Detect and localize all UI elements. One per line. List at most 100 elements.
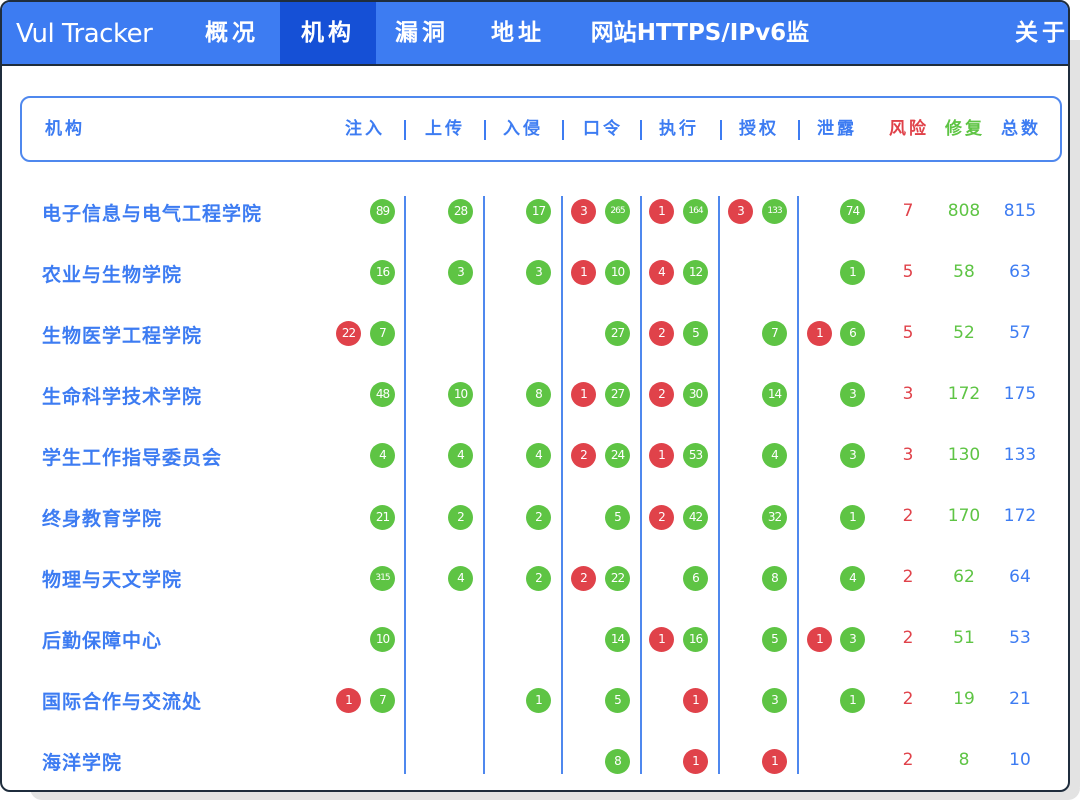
header-org[interactable]: 机构 [40,98,90,160]
fixed-count-badge-leak[interactable]: 74 [840,199,865,224]
fixed-count-badge-leak[interactable]: 1 [840,687,865,713]
fixed-count-badge-authorization[interactable]: 4 [762,443,787,469]
fixed-count-badge-execution[interactable]: 30 [683,382,708,408]
fixed-count-badge-execution[interactable]: 53 [683,443,708,469]
fixed-count-badge-password[interactable]: 10 [605,260,630,286]
fixed-count-badge-leak[interactable]: 3 [840,443,865,469]
org-name-link[interactable]: 后勤保障中心 [42,626,162,653]
fixed-count-badge-authorization[interactable]: 3 [762,687,787,713]
header-injection[interactable]: 注入 [340,98,390,160]
fixed-count-badge-injection[interactable]: 315 [370,565,395,591]
risk-count-badge-injection[interactable]: 22 [336,321,361,347]
header-upload[interactable]: 上传 [420,98,470,160]
header-fixed[interactable]: 修复 [940,98,990,160]
nav-vulnerabilities[interactable]: 漏洞 [378,2,466,64]
fixed-count-badge-execution[interactable]: 12 [683,260,708,286]
fixed-count-badge-leak[interactable]: 4 [840,565,865,591]
fixed-count-badge-intrusion[interactable]: 4 [526,443,551,469]
risk-count-badge-password[interactable]: 2 [571,443,596,469]
fixed-count-badge-injection[interactable]: 7 [370,687,395,713]
fixed-count-badge-execution[interactable]: 42 [683,504,708,530]
fixed-count-badge-leak[interactable]: 1 [840,504,865,530]
fixed-count-badge-injection[interactable]: 89 [370,199,395,224]
header-password[interactable]: 口令 [578,98,628,160]
fixed-count-badge-authorization[interactable]: 8 [762,565,787,591]
fixed-count-badge-intrusion[interactable]: 17 [526,199,551,224]
fixed-count-badge-authorization[interactable]: 133 [762,199,787,224]
header-authorization[interactable]: 授权 [734,98,784,160]
fixed-count-badge-leak[interactable]: 1 [840,260,865,286]
org-name-link[interactable]: 生物医学工程学院 [42,321,202,348]
nav-overview[interactable]: 概况 [188,2,276,64]
fixed-count-badge-execution[interactable]: 5 [683,321,708,347]
fixed-count-badge-leak[interactable]: 3 [840,626,865,652]
risk-count-badge-execution[interactable]: 2 [649,504,674,530]
header-risk[interactable]: 风险 [884,98,934,160]
fixed-count-badge-intrusion[interactable]: 3 [526,260,551,286]
fixed-count-badge-upload[interactable]: 28 [448,199,473,224]
org-name-link[interactable]: 物理与天文学院 [42,565,182,592]
org-name-link[interactable]: 国际合作与交流处 [42,687,202,714]
fixed-count-badge-upload[interactable]: 3 [448,260,473,286]
fixed-count-badge-password[interactable]: 8 [605,748,630,774]
nav-about[interactable]: 关于 [1014,2,1068,64]
fixed-count-badge-leak[interactable]: 3 [840,382,865,408]
nav-https-ipv6-monitor[interactable]: 网站HTTPS/IPv6监测 [582,2,818,108]
fixed-count-badge-upload[interactable]: 4 [448,565,473,591]
fixed-count-badge-intrusion[interactable]: 1 [526,687,551,713]
header-leak[interactable]: 泄露 [812,98,862,160]
risk-count-badge-execution[interactable]: 1 [683,748,708,774]
fixed-count-badge-password[interactable]: 14 [605,626,630,652]
brand-logo[interactable]: Vul Tracker [16,2,153,66]
fixed-count-badge-password[interactable]: 265 [605,199,630,224]
org-name-link[interactable]: 海洋学院 [42,748,122,775]
fixed-count-badge-authorization[interactable]: 5 [762,626,787,652]
fixed-count-badge-authorization[interactable]: 7 [762,321,787,347]
risk-count-badge-password[interactable]: 1 [571,260,596,286]
fixed-count-badge-intrusion[interactable]: 8 [526,382,551,408]
fixed-count-badge-password[interactable]: 27 [605,382,630,408]
nav-addresses[interactable]: 地址 [474,2,562,64]
risk-count-badge-execution[interactable]: 2 [649,382,674,408]
org-name-link[interactable]: 学生工作指导委员会 [42,443,222,470]
fixed-count-badge-injection[interactable]: 21 [370,504,395,530]
header-total[interactable]: 总数 [996,98,1046,160]
fixed-count-badge-leak[interactable]: 6 [840,321,865,347]
org-name-link[interactable]: 农业与生物学院 [42,260,182,287]
risk-count-badge-execution[interactable]: 1 [683,687,708,713]
risk-count-badge-leak[interactable]: 1 [807,626,832,652]
fixed-count-badge-authorization[interactable]: 32 [762,504,787,530]
org-name-link[interactable]: 电子信息与电气工程学院 [42,199,262,226]
fixed-count-badge-injection[interactable]: 7 [370,321,395,347]
risk-count-badge-password[interactable]: 1 [571,382,596,408]
fixed-count-badge-injection[interactable]: 48 [370,382,395,408]
risk-count-badge-execution[interactable]: 1 [649,199,674,224]
fixed-count-badge-upload[interactable]: 10 [448,382,473,408]
fixed-count-badge-password[interactable]: 5 [605,687,630,713]
header-execution[interactable]: 执行 [654,98,704,160]
risk-count-badge-authorization[interactable]: 1 [762,748,787,774]
fixed-count-badge-execution[interactable]: 16 [683,626,708,652]
fixed-count-badge-intrusion[interactable]: 2 [526,504,551,530]
risk-count-badge-password[interactable]: 3 [571,199,596,224]
fixed-count-badge-injection[interactable]: 4 [370,443,395,469]
fixed-count-badge-upload[interactable]: 4 [448,443,473,469]
header-intrusion[interactable]: 入侵 [498,98,548,160]
fixed-count-badge-password[interactable]: 27 [605,321,630,347]
fixed-count-badge-authorization[interactable]: 14 [762,382,787,408]
org-name-link[interactable]: 生命科学技术学院 [42,382,202,409]
fixed-count-badge-password[interactable]: 22 [605,565,630,591]
risk-count-badge-leak[interactable]: 1 [807,321,832,347]
risk-count-badge-password[interactable]: 2 [571,565,596,591]
risk-count-badge-execution[interactable]: 1 [649,443,674,469]
fixed-count-badge-upload[interactable]: 2 [448,504,473,530]
org-name-link[interactable]: 终身教育学院 [42,504,162,531]
fixed-count-badge-password[interactable]: 24 [605,443,630,469]
risk-count-badge-execution[interactable]: 2 [649,321,674,347]
risk-count-badge-injection[interactable]: 1 [336,687,361,713]
fixed-count-badge-execution[interactable]: 164 [683,199,708,224]
risk-count-badge-execution[interactable]: 1 [649,626,674,652]
risk-count-badge-execution[interactable]: 4 [649,260,674,286]
fixed-count-badge-injection[interactable]: 16 [370,260,395,286]
nav-organizations[interactable]: 机构 [280,2,376,64]
